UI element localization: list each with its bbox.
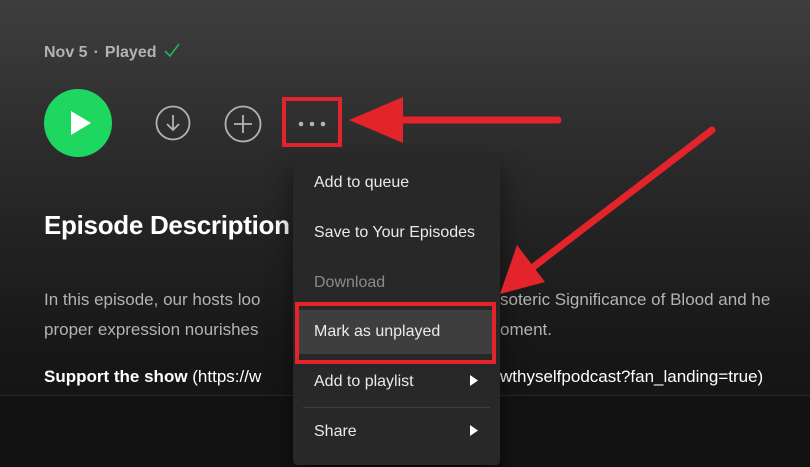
played-status: Played — [104, 43, 157, 61]
menu-item-label: Add to playlist — [314, 373, 414, 390]
add-button[interactable] — [224, 105, 262, 143]
menu-item-label: Mark as unplayed — [314, 323, 441, 340]
context-menu: Add to queue Save to Your Episodes Downl… — [293, 153, 500, 465]
play-button[interactable] — [44, 89, 112, 157]
menu-item-share[interactable]: Share — [297, 410, 496, 454]
menu-item-add-to-playlist[interactable]: Add to playlist — [297, 360, 496, 404]
menu-item-download: Download — [297, 261, 496, 305]
support-line: Support the show (https://w — [44, 367, 261, 387]
plus-icon — [224, 105, 262, 143]
support-link-end[interactable]: wthyselfpodcast?fan_landing=true) — [500, 367, 763, 387]
menu-divider — [303, 407, 490, 408]
play-icon — [71, 111, 91, 135]
menu-item-label: Save to Your Episodes — [314, 224, 476, 241]
annotation-arrow-more-options — [349, 97, 562, 143]
support-link-start[interactable]: (https://w — [188, 367, 261, 386]
menu-item-label: Download — [314, 274, 386, 291]
description-line-1-cont: soteric Significance of Blood and he — [500, 290, 771, 309]
description-line-1: In this episode, our hosts loo — [44, 290, 261, 309]
checkmark-icon — [163, 42, 181, 63]
more-options-icon — [298, 121, 326, 127]
annotation-arrow-mark-unplayed — [500, 126, 716, 294]
more-options-button[interactable] — [282, 97, 342, 147]
caret-right-icon — [470, 425, 478, 439]
menu-item-label: Share — [314, 423, 357, 440]
menu-item-save-to-your-episodes[interactable]: Save to Your Episodes — [297, 211, 496, 255]
caret-right-icon — [470, 375, 478, 389]
meta-separator: · — [93, 43, 99, 61]
download-button[interactable] — [155, 105, 191, 141]
episode-description-title: Episode Description — [44, 210, 290, 240]
description-line-2: proper expression nourishes — [44, 320, 259, 339]
menu-item-mark-as-unplayed[interactable]: Mark as unplayed — [297, 310, 496, 354]
episode-date: Nov 5 — [44, 43, 88, 61]
description-line-2-cont: oment. — [500, 320, 552, 339]
download-icon — [155, 105, 191, 141]
episode-meta: Nov 5 · Played — [44, 42, 181, 63]
menu-item-label: Add to queue — [314, 174, 410, 191]
support-label: Support the show — [44, 367, 188, 386]
menu-item-add-to-queue[interactable]: Add to queue — [297, 161, 496, 205]
